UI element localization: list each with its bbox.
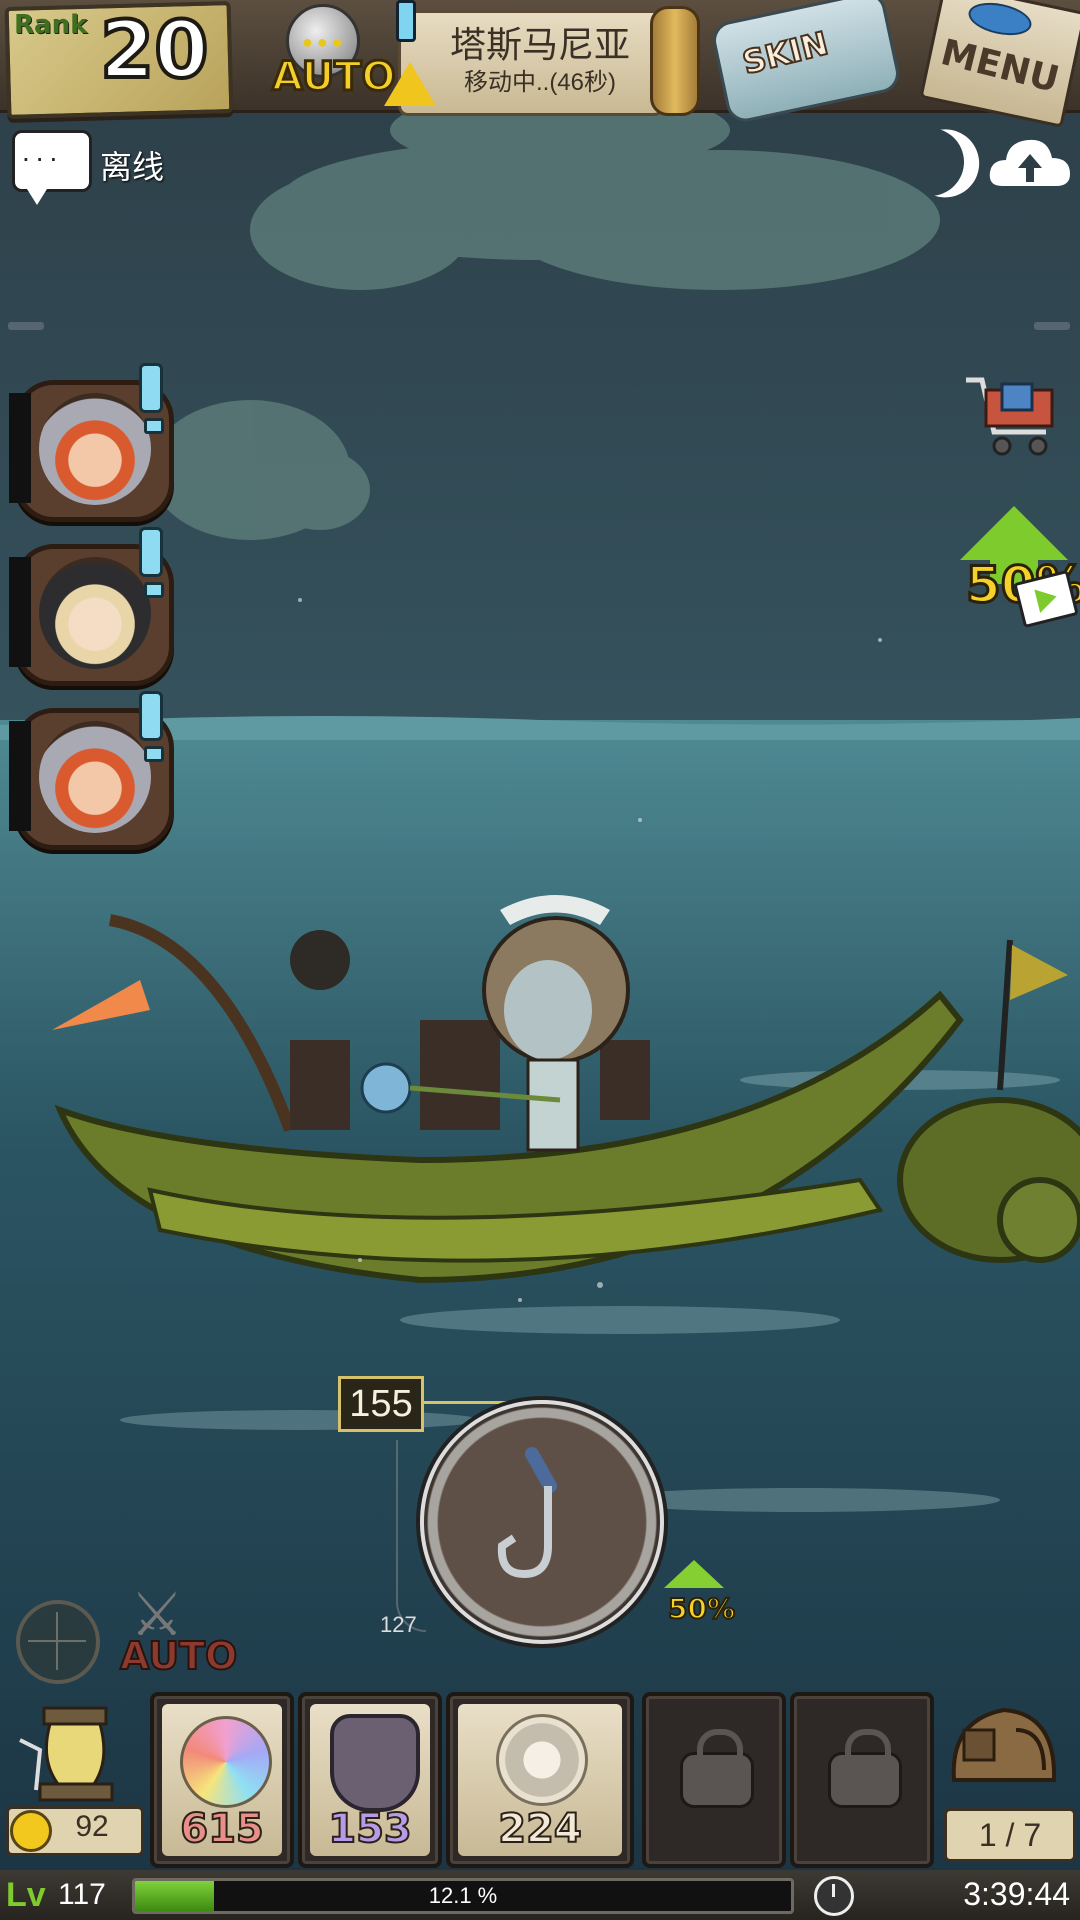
- connection-status: 离线: [100, 149, 165, 185]
- exp-text: 12.1 %: [428, 1883, 498, 1908]
- lock-icon: [828, 1729, 902, 1808]
- portrait-tab: [9, 393, 31, 503]
- rank-label: Rank: [14, 10, 88, 40]
- hourglass-lamp-icon[interactable]: [10, 1700, 130, 1808]
- bag-count: 1 / 7: [944, 1808, 1076, 1862]
- cast-boost-arrow-icon: [664, 1560, 724, 1588]
- slot-count: 224: [497, 1805, 583, 1853]
- exclamation-icon: [139, 363, 164, 434]
- auto-battle-label: AUTO: [119, 1633, 238, 1679]
- portrait-tab: [9, 721, 31, 831]
- viking-girl-portrait: [39, 721, 151, 833]
- coin-icon: [10, 1810, 52, 1852]
- exclamation-icon: [139, 527, 164, 598]
- fish-hook-icon: [497, 1447, 557, 1579]
- warning-icon: [384, 62, 436, 106]
- clock-icon: [814, 1876, 854, 1916]
- quest-portrait[interactable]: [9, 527, 174, 686]
- auto-sail-label: AUTO: [271, 53, 397, 102]
- viking-girl-portrait: [39, 393, 151, 505]
- shield-icon: [330, 1714, 420, 1812]
- rank-value: 20: [98, 4, 211, 98]
- rainbow-orb-icon: [180, 1716, 272, 1808]
- level-icon: Lv: [6, 1876, 46, 1914]
- portrait-tab: [9, 557, 31, 667]
- item-slot-shell[interactable]: 224: [446, 1692, 634, 1868]
- quest-portrait[interactable]: [9, 691, 174, 850]
- bag-icon[interactable]: [944, 1700, 1064, 1800]
- exp-bar: 12.1 %: [132, 1878, 794, 1914]
- shell-icon: [496, 1714, 588, 1806]
- lamp-count: 92: [75, 1810, 109, 1843]
- left-edge-marker: [8, 322, 44, 330]
- hooded-girl-portrait: [39, 557, 151, 669]
- location-name: 塔斯马尼亚: [449, 24, 630, 65]
- item-slot-locked[interactable]: [642, 1692, 786, 1868]
- exclamation-icon: [396, 0, 416, 42]
- level-value: 117: [58, 1878, 106, 1911]
- slot-count: 153: [327, 1805, 413, 1853]
- clock-time: 3:39:44: [963, 1876, 1070, 1912]
- compass-icon[interactable]: [16, 1600, 100, 1684]
- item-slot-shield[interactable]: 153: [298, 1692, 442, 1868]
- item-slot-locked[interactable]: [790, 1692, 934, 1868]
- location-status: 移动中..(46秒): [463, 69, 616, 96]
- lock-icon: [680, 1729, 754, 1808]
- cast-gauge-min: 127: [380, 1612, 417, 1637]
- auto-sail-button[interactable]: ●●● AUTO: [262, 4, 397, 104]
- right-edge-marker: [1034, 322, 1070, 330]
- quest-portrait[interactable]: [9, 363, 174, 522]
- boost-arrow-icon[interactable]: [960, 506, 1068, 560]
- chat-dots: ...: [22, 136, 64, 167]
- shop-cart-icon[interactable]: [962, 370, 1062, 460]
- slot-count: 615: [179, 1805, 265, 1853]
- cast-boost-label: 50%: [667, 1591, 736, 1626]
- scroll-rod-icon: [650, 6, 700, 116]
- item-slot-orb[interactable]: 615: [150, 1692, 294, 1868]
- auto-battle-button[interactable]: ⚔ AUTO: [119, 1580, 238, 1680]
- cast-gauge-value: 155: [338, 1376, 424, 1432]
- exclamation-icon: [139, 691, 164, 762]
- cloud-upload-icon[interactable]: [988, 130, 1072, 190]
- dots-icon: ●●●: [302, 32, 347, 52]
